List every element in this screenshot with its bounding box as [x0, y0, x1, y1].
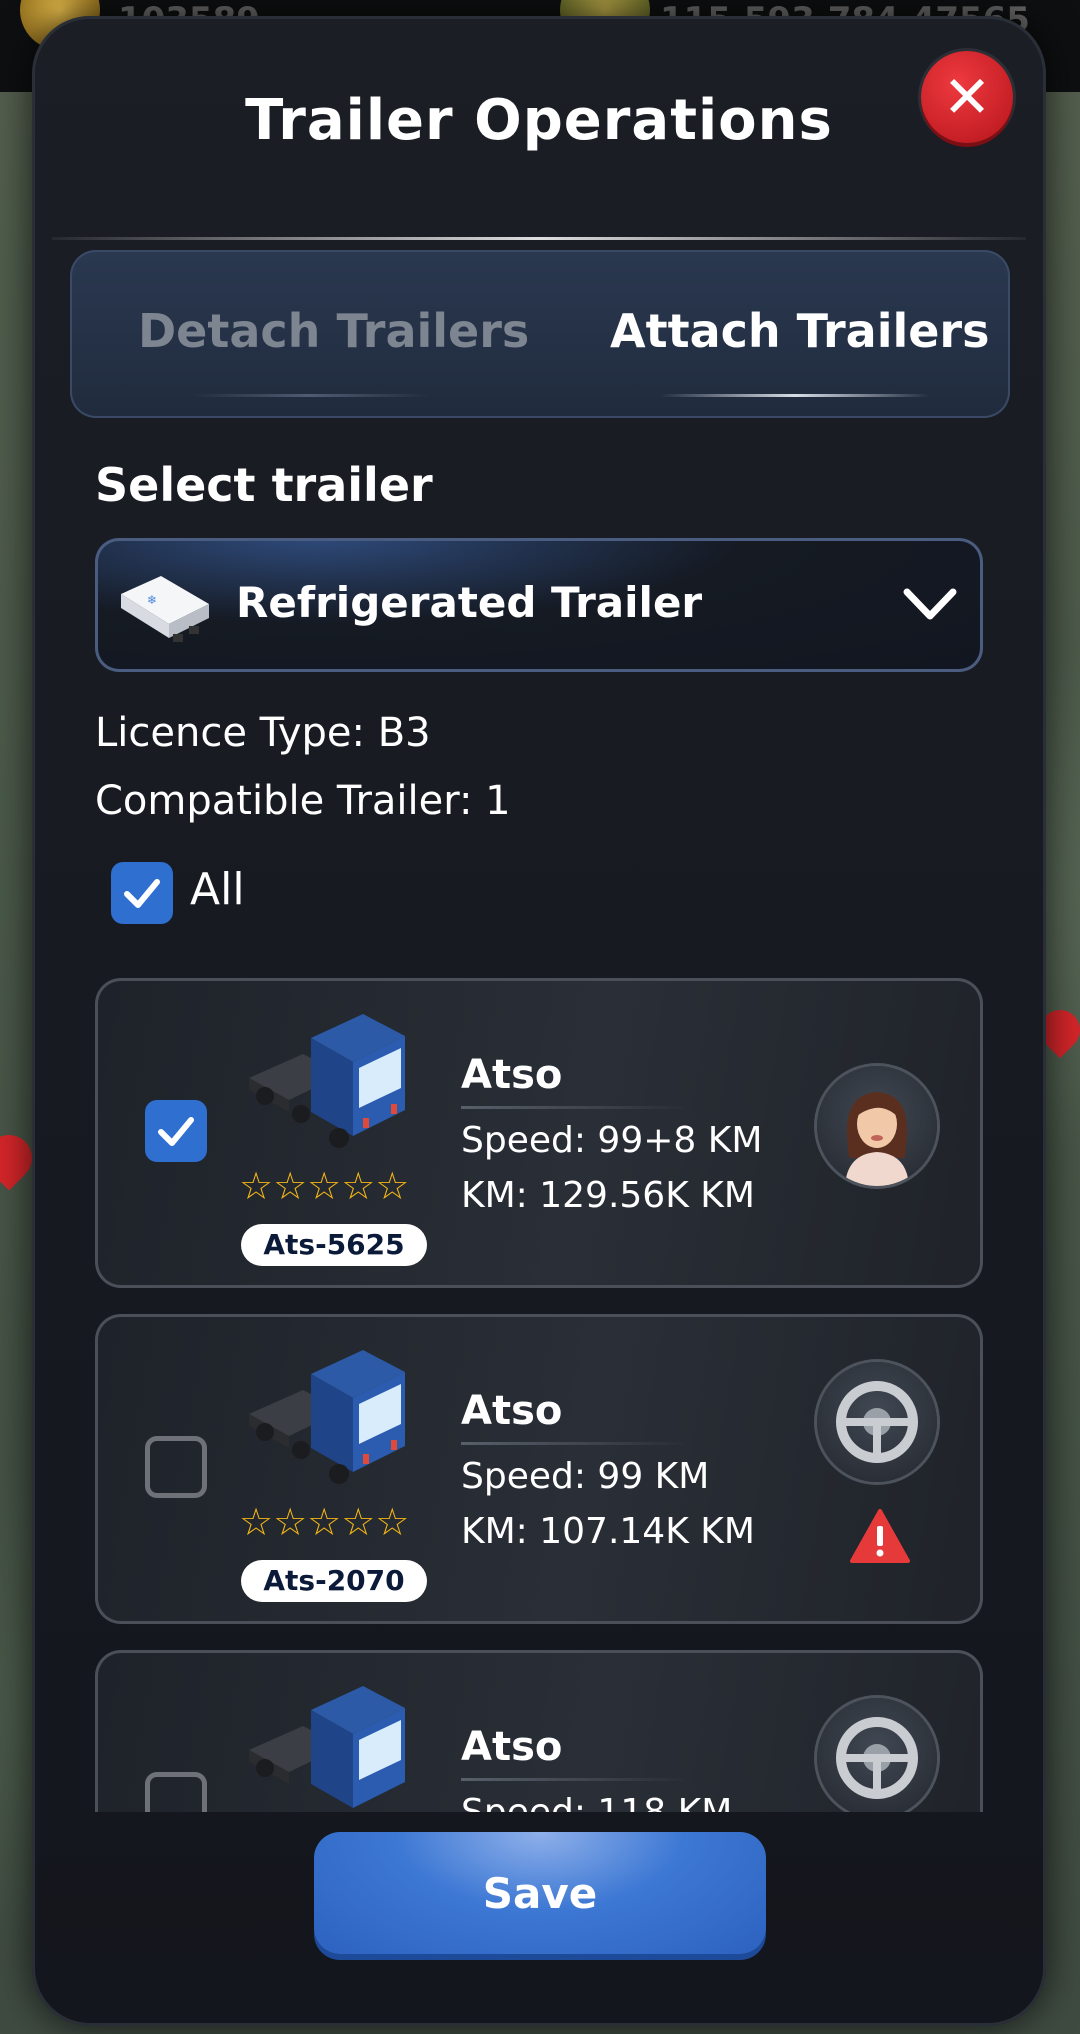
- chevron-down-icon: [903, 588, 957, 620]
- save-button-label: Save: [482, 1868, 598, 1918]
- modal-title: Trailer Operations: [245, 88, 833, 153]
- vehicle-checkbox[interactable]: [145, 1100, 207, 1162]
- all-checkbox-label: All: [190, 864, 245, 915]
- vehicle-speed: Speed: 99 KM: [461, 1456, 710, 1497]
- license-plate: Ats-5625: [241, 1224, 427, 1266]
- trailer-icon: ❄: [121, 576, 209, 642]
- close-icon: ✕: [942, 63, 992, 131]
- vehicle-name: Atso: [461, 1724, 563, 1770]
- name-divider: [461, 1442, 691, 1445]
- warning-icon: [850, 1509, 910, 1563]
- vehicle-speed: Speed: 99+8 KM: [461, 1120, 763, 1161]
- check-icon: [158, 1117, 194, 1146]
- assign-driver-button[interactable]: [817, 1698, 937, 1812]
- vehicle-km: KM: 129.56K KM: [461, 1175, 755, 1216]
- vehicle-name: Atso: [461, 1388, 563, 1434]
- name-divider: [461, 1106, 691, 1109]
- tab-underline-active: [660, 394, 930, 397]
- tab-bar: Detach Trailers Attach Trailers: [70, 250, 1010, 418]
- select-trailer-label: Select trailer: [95, 458, 433, 512]
- vehicle-card[interactable]: ☆☆☆☆☆ Ats-5625 Atso Speed: 99+8 KM KM: 1…: [95, 978, 983, 1288]
- vehicle-checkbox[interactable]: [145, 1436, 207, 1498]
- trailer-operations-modal: Trailer Operations ✕ Detach Trailers Att…: [32, 16, 1046, 2026]
- assign-driver-button[interactable]: [817, 1362, 937, 1482]
- star-rating: ☆☆☆☆☆: [239, 1164, 410, 1208]
- vehicle-checkbox[interactable]: [145, 1772, 207, 1812]
- truck-icon: [249, 1014, 405, 1148]
- truck-icon: [249, 1686, 405, 1808]
- trailer-select-dropdown[interactable]: ❄ Refrigerated Trailer: [95, 538, 983, 672]
- vehicle-speed: Speed: 118 KM: [461, 1792, 732, 1812]
- driver-portrait-icon: [845, 1092, 909, 1186]
- compatible-trailer-count: Compatible Trailer: 1: [95, 778, 511, 824]
- tab-attach-trailers[interactable]: Attach Trailers: [610, 304, 990, 358]
- steering-wheel-icon: [836, 1381, 918, 1463]
- steering-wheel-icon: [836, 1717, 918, 1799]
- vehicle-name: Atso: [461, 1052, 563, 1098]
- check-icon: [124, 879, 160, 908]
- save-button[interactable]: Save: [314, 1832, 766, 1954]
- title-divider: [52, 237, 1026, 240]
- close-button[interactable]: ✕: [921, 51, 1013, 143]
- license-plate: Ats-2070: [241, 1560, 427, 1602]
- driver-avatar[interactable]: [817, 1066, 937, 1186]
- vehicle-list[interactable]: ☆☆☆☆☆ Ats-5625 Atso Speed: 99+8 KM KM: 1…: [32, 956, 1046, 1812]
- name-divider: [461, 1778, 691, 1781]
- vehicle-card[interactable]: ☆☆☆☆☆ Ats-2070 Atso Speed: 99 KM KM: 107…: [95, 1314, 983, 1624]
- vehicle-km: KM: 107.14K KM: [461, 1511, 755, 1552]
- svg-text:❄: ❄: [147, 593, 157, 607]
- vehicle-card[interactable]: Atso Speed: 118 KM: [95, 1650, 983, 1812]
- truck-icon: [249, 1350, 405, 1484]
- licence-type: Licence Type: B3: [95, 710, 431, 756]
- star-rating: ☆☆☆☆☆: [239, 1500, 410, 1544]
- all-checkbox[interactable]: [111, 862, 173, 924]
- selected-trailer-value: Refrigerated Trailer: [236, 578, 703, 627]
- tab-underline: [190, 394, 430, 397]
- tab-detach-trailers[interactable]: Detach Trailers: [138, 304, 529, 358]
